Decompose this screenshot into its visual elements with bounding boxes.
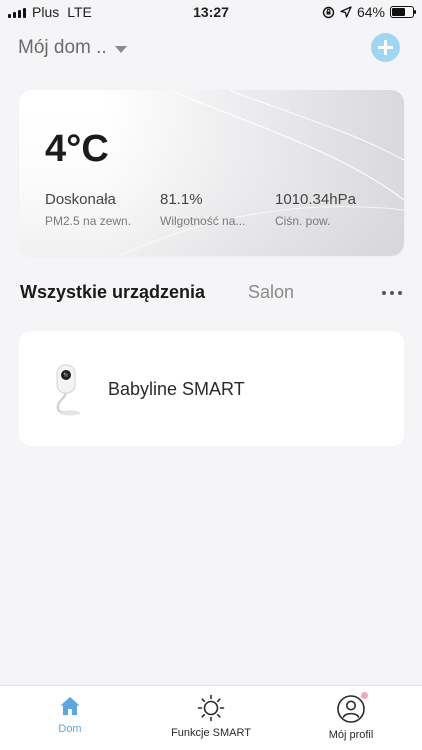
pressure-label: Ciśn. pow. — [275, 214, 331, 228]
battery-icon — [390, 6, 416, 18]
room-tabs: Wszystkie urządzenia Salon — [20, 282, 402, 306]
nav-profile-label: Mój profil — [328, 729, 374, 741]
notification-dot — [361, 692, 368, 699]
camera-icon — [56, 364, 80, 416]
humidity-label: Wilgotność na... — [160, 214, 246, 228]
sun-icon — [197, 694, 225, 722]
app-screen: Plus LTE 13:27 64% Mój dom .. 4°C Doskon… — [0, 0, 422, 750]
location-icon — [340, 6, 352, 18]
bottom-nav: Dom Funkcje SMART Mój profil — [0, 685, 422, 750]
add-button[interactable] — [371, 33, 400, 62]
status-right: 64% — [322, 4, 416, 20]
tab-salon[interactable]: Salon — [248, 282, 294, 303]
nav-smart-functions[interactable]: Funkcje SMART — [141, 694, 281, 739]
weather-background — [19, 90, 404, 256]
humidity-value: 81.1% — [160, 191, 203, 208]
orientation-lock-icon — [322, 6, 335, 18]
nav-home[interactable]: Dom — [0, 694, 140, 735]
nav-profile[interactable]: Mój profil — [281, 692, 421, 741]
pressure-stat: 1010.34hPa Ciśn. pow. — [275, 191, 356, 228]
caret-down-icon — [114, 45, 127, 53]
battery-percent: 64% — [356, 4, 385, 20]
pressure-value: 1010.34hPa — [275, 191, 356, 208]
more-horizontal-icon[interactable] — [382, 291, 402, 295]
humidity-stat: 81.1% Wilgotność na... — [160, 191, 245, 228]
weather-card[interactable]: 4°C Doskonała PM2.5 na zewn. 81.1% Wilgo… — [19, 90, 404, 256]
home-selector[interactable]: Mój dom .. — [18, 37, 127, 59]
air-quality-label: PM2.5 na zewn. — [45, 214, 132, 228]
status-bar: Plus LTE 13:27 64% — [0, 0, 422, 24]
temperature: 4°C — [45, 128, 109, 170]
profile-icon-wrap — [336, 692, 368, 724]
device-name: Babyline SMART — [108, 379, 245, 399]
device-card[interactable]: Babyline SMART — [19, 331, 404, 446]
home-icon — [60, 697, 80, 715]
air-quality-value: Doskonała — [45, 191, 116, 208]
nav-home-label: Dom — [58, 723, 82, 735]
home-name: Mój dom .. — [18, 37, 107, 58]
battery-fill — [392, 8, 405, 16]
tab-all-devices[interactable]: Wszystkie urządzenia — [20, 282, 205, 303]
air-quality-stat: Doskonała PM2.5 na zewn. — [45, 191, 131, 228]
profile-icon — [337, 695, 365, 723]
nav-smart-label: Funkcje SMART — [171, 727, 251, 739]
